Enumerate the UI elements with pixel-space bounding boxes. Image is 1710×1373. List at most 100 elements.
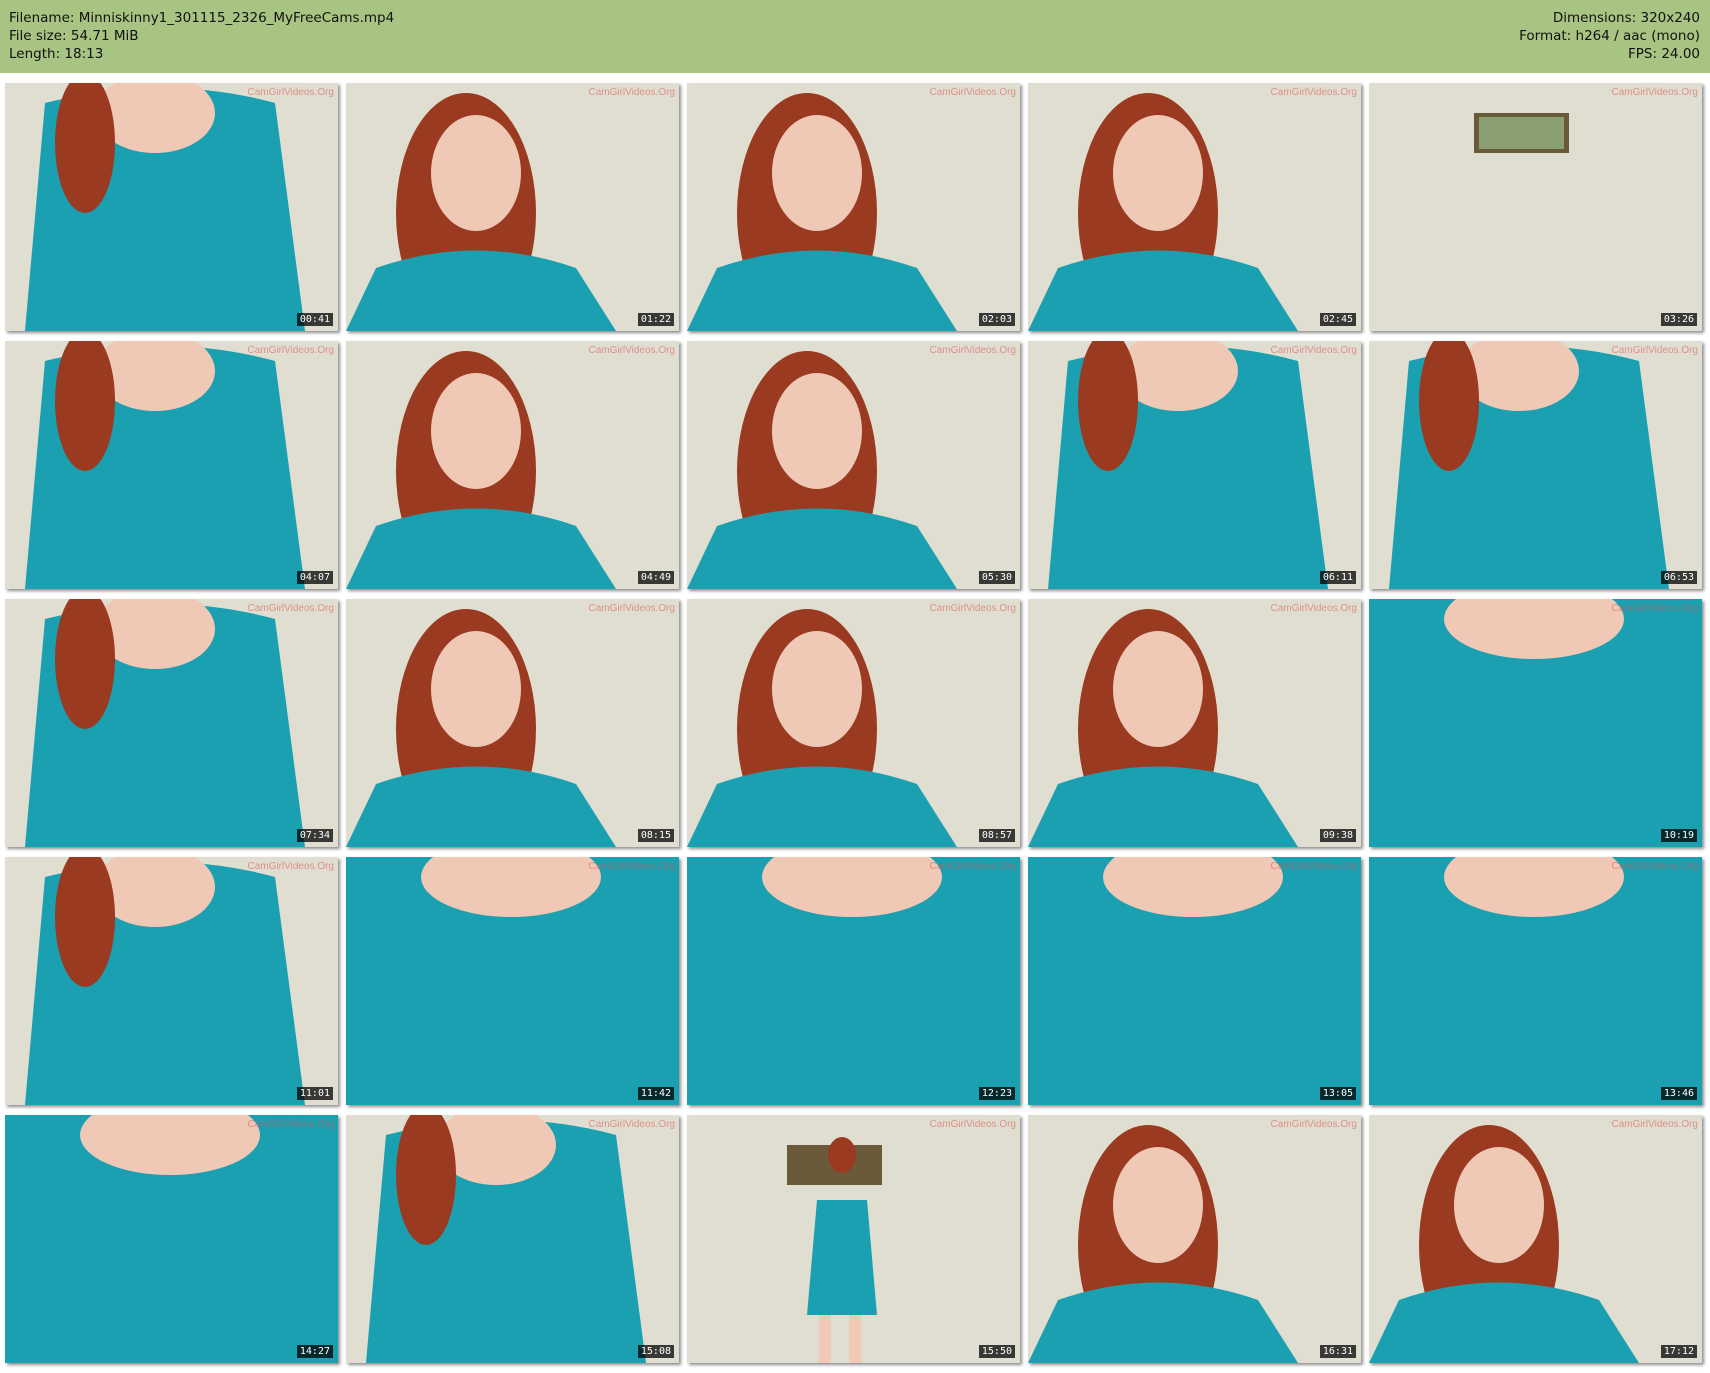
video-thumbnail: CamGirlVideos.Org 07:34 [5,599,338,847]
video-frame-image [687,1115,1020,1363]
video-frame-image [1369,83,1702,331]
watermark-text: CamGirlVideos.Org [1270,603,1357,614]
video-frame-image [1369,857,1702,1105]
watermark-text: CamGirlVideos.Org [588,1119,675,1130]
video-frame-image [1028,599,1361,847]
timestamp-label: 11:01 [296,1087,333,1100]
video-frame-image [1369,1115,1702,1363]
timestamp-label: 01:22 [637,313,674,326]
video-thumbnail: CamGirlVideos.Org 15:08 [346,1115,679,1363]
video-frame-image [1028,1115,1361,1363]
watermark-text: CamGirlVideos.Org [1270,345,1357,356]
video-thumbnail: CamGirlVideos.Org 11:01 [5,857,338,1105]
watermark-text: CamGirlVideos.Org [588,345,675,356]
video-thumbnail: CamGirlVideos.Org 12:23 [687,857,1020,1105]
watermark-text: CamGirlVideos.Org [247,861,334,872]
video-thumbnail: CamGirlVideos.Org 10:19 [1369,599,1702,847]
watermark-text: CamGirlVideos.Org [588,603,675,614]
video-thumbnail: CamGirlVideos.Org 06:11 [1028,341,1361,589]
video-thumbnail: CamGirlVideos.Org 02:45 [1028,83,1361,331]
timestamp-label: 11:42 [637,1087,674,1100]
video-frame-image [346,341,679,589]
video-thumbnail: CamGirlVideos.Org 09:38 [1028,599,1361,847]
timestamp-label: 06:53 [1660,571,1697,584]
thumbnail-grid: CamGirlVideos.Org 00:41 CamGirlVideos.Org 0… [5,83,1702,1363]
video-thumbnail: CamGirlVideos.Org 01:22 [346,83,679,331]
video-frame-image [5,83,338,331]
fps-text: FPS: 24.00 [1628,46,1700,62]
timestamp-label: 06:11 [1319,571,1356,584]
timestamp-label: 13:46 [1660,1087,1697,1100]
video-frame-image [346,1115,679,1363]
video-frame-image [687,857,1020,1105]
watermark-text: CamGirlVideos.Org [247,345,334,356]
video-thumbnail: CamGirlVideos.Org 11:42 [346,857,679,1105]
watermark-text: CamGirlVideos.Org [1270,87,1357,98]
watermark-text: CamGirlVideos.Org [1611,87,1698,98]
watermark-text: CamGirlVideos.Org [1611,345,1698,356]
watermark-text: CamGirlVideos.Org [929,861,1016,872]
filesize-text: File size: 54.71 MiB [9,28,139,44]
timestamp-label: 08:15 [637,829,674,842]
video-thumbnail: CamGirlVideos.Org 05:30 [687,341,1020,589]
video-thumbnail: CamGirlVideos.Org 17:12 [1369,1115,1702,1363]
file-info-left: Filename: Minniskinny1_301115_2326_MyFre… [9,9,394,63]
watermark-text: CamGirlVideos.Org [588,861,675,872]
watermark-text: CamGirlVideos.Org [1270,1119,1357,1130]
timestamp-label: 14:27 [296,1345,333,1358]
video-frame-image [687,83,1020,331]
timestamp-label: 12:23 [978,1087,1015,1100]
video-thumbnail: CamGirlVideos.Org 13:46 [1369,857,1702,1105]
video-thumbnail: CamGirlVideos.Org 15:50 [687,1115,1020,1363]
video-frame-image [5,341,338,589]
video-thumbnail: CamGirlVideos.Org 08:15 [346,599,679,847]
video-frame-image [346,83,679,331]
watermark-text: CamGirlVideos.Org [247,87,334,98]
watermark-text: CamGirlVideos.Org [247,1119,334,1130]
watermark-text: CamGirlVideos.Org [929,1119,1016,1130]
watermark-text: CamGirlVideos.Org [1270,861,1357,872]
timestamp-label: 13:05 [1319,1087,1356,1100]
file-info-header: Filename: Minniskinny1_301115_2326_MyFre… [0,0,1710,73]
watermark-text: CamGirlVideos.Org [1611,603,1698,614]
watermark-text: CamGirlVideos.Org [588,87,675,98]
video-frame-image [5,599,338,847]
video-thumbnail: CamGirlVideos.Org 06:53 [1369,341,1702,589]
watermark-text: CamGirlVideos.Org [929,345,1016,356]
video-frame-image [1028,83,1361,331]
filename-text: Filename: Minniskinny1_301115_2326_MyFre… [9,10,395,26]
timestamp-label: 16:31 [1319,1345,1356,1358]
timestamp-label: 15:50 [978,1345,1015,1358]
video-thumbnail: CamGirlVideos.Org 03:26 [1369,83,1702,331]
watermark-text: CamGirlVideos.Org [1611,1119,1698,1130]
timestamp-label: 00:41 [296,313,333,326]
video-frame-image [5,857,338,1105]
video-frame-image [687,341,1020,589]
file-info-right: Dimensions: 320x240 Format: h264 / aac (… [1519,9,1700,63]
video-frame-image [346,599,679,847]
length-text: Length: 18:13 [9,46,104,62]
video-frame-image [1028,857,1361,1105]
video-thumbnail: CamGirlVideos.Org 13:05 [1028,857,1361,1105]
video-thumbnail: CamGirlVideos.Org 16:31 [1028,1115,1361,1363]
timestamp-label: 04:49 [637,571,674,584]
video-thumbnail: CamGirlVideos.Org 04:49 [346,341,679,589]
timestamp-label: 17:12 [1660,1345,1697,1358]
video-frame-image [1028,341,1361,589]
video-frame-image [1369,341,1702,589]
watermark-text: CamGirlVideos.Org [929,603,1016,614]
timestamp-label: 15:08 [637,1345,674,1358]
timestamp-label: 10:19 [1660,829,1697,842]
video-frame-image [687,599,1020,847]
timestamp-label: 09:38 [1319,829,1356,842]
watermark-text: CamGirlVideos.Org [1611,861,1698,872]
watermark-text: CamGirlVideos.Org [247,603,334,614]
timestamp-label: 04:07 [296,571,333,584]
dimensions-text: Dimensions: 320x240 [1552,10,1700,26]
timestamp-label: 05:30 [978,571,1015,584]
video-thumbnail: CamGirlVideos.Org 00:41 [5,83,338,331]
video-thumbnail: CamGirlVideos.Org 02:03 [687,83,1020,331]
timestamp-label: 03:26 [1660,313,1697,326]
timestamp-label: 02:03 [978,313,1015,326]
timestamp-label: 02:45 [1319,313,1356,326]
